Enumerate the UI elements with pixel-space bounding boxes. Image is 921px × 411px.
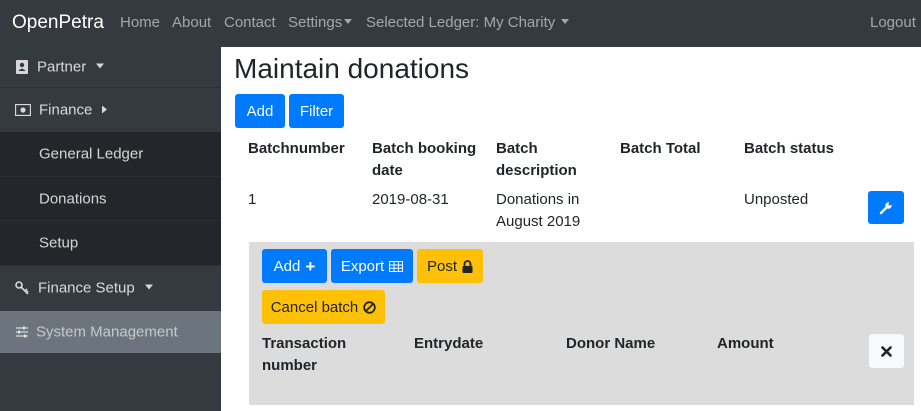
column-header-amount: Amount bbox=[717, 335, 774, 352]
cancel-batch-label: Cancel batch bbox=[270, 298, 359, 316]
sidebar-item-finance[interactable]: Finance bbox=[0, 87, 221, 132]
main-content: Maintain donations Add Filter Batchnumbe… bbox=[221, 47, 921, 411]
nav-settings-label: Settings bbox=[288, 14, 343, 31]
add-batch-button[interactable]: Add bbox=[235, 94, 285, 128]
sidebar-item-donations[interactable]: Donations bbox=[0, 176, 221, 220]
sidebar-label-finance: Finance bbox=[39, 101, 93, 119]
cell-booking-date: 2019-08-31 bbox=[372, 191, 449, 208]
export-button[interactable]: Export bbox=[331, 249, 413, 283]
nav-home[interactable]: Home bbox=[120, 14, 160, 31]
plus-icon: + bbox=[305, 256, 316, 276]
close-icon bbox=[881, 345, 892, 357]
close-detail-button[interactable] bbox=[869, 334, 904, 368]
sidebar-label-general-ledger: General Ledger bbox=[39, 145, 144, 163]
money-icon bbox=[15, 104, 31, 116]
sidebar-label-finance-setup: Finance Setup bbox=[38, 279, 135, 297]
table-icon bbox=[389, 260, 404, 272]
column-header-entrydate: Entrydate bbox=[414, 335, 484, 352]
sidebar-item-general-ledger[interactable]: General Ledger bbox=[0, 132, 221, 176]
chevron-down-icon bbox=[344, 19, 353, 24]
edit-batch-button[interactable] bbox=[868, 191, 904, 224]
page-title: Maintain donations bbox=[234, 53, 470, 84]
sidebar-label-setup: Setup bbox=[39, 234, 79, 252]
sidebar-label-partner: Partner bbox=[37, 58, 87, 76]
chevron-down-icon bbox=[561, 19, 570, 24]
add-transaction-label: Add bbox=[273, 257, 301, 275]
nav-about[interactable]: About bbox=[172, 14, 211, 31]
sidebar-label-donations: Donations bbox=[39, 190, 107, 207]
wrench-icon bbox=[879, 201, 892, 214]
sliders-icon bbox=[16, 326, 28, 338]
nav-ledger-dropdown[interactable]: Selected Ledger: My Charity bbox=[366, 14, 570, 31]
chevron-down-icon bbox=[144, 284, 153, 290]
cell-description: Donations in August 2019 bbox=[496, 191, 581, 230]
cancel-batch-button[interactable]: Cancel batch bbox=[262, 290, 385, 324]
column-header-donor-name: Donor Name bbox=[566, 335, 656, 352]
add-transaction-button[interactable]: Add + bbox=[262, 249, 327, 283]
sidebar-item-partner[interactable]: Partner bbox=[0, 47, 221, 87]
column-header-batchnumber: Batchnumber bbox=[248, 140, 345, 157]
sidebar: Partner Finance General Ledger Donations… bbox=[0, 47, 221, 411]
top-navbar: OpenPetra Home About Contact Settings Se… bbox=[0, 0, 921, 47]
cell-status: Unposted bbox=[744, 191, 809, 208]
export-label: Export bbox=[340, 257, 385, 275]
address-book-icon bbox=[16, 60, 28, 74]
cell-batchnumber: 1 bbox=[248, 191, 257, 208]
nav-contact[interactable]: Contact bbox=[224, 14, 276, 31]
lock-icon bbox=[462, 259, 473, 273]
column-header-transaction-number: Transaction number bbox=[262, 335, 347, 374]
batch-detail-panel: Add + Export Post Cancel batch Transactio… bbox=[249, 242, 914, 405]
column-header-status: Batch status bbox=[744, 140, 835, 157]
post-label: Post bbox=[426, 257, 457, 275]
filter-button[interactable]: Filter bbox=[289, 94, 344, 128]
column-header-description: Batch description bbox=[496, 140, 577, 179]
chevron-down-icon bbox=[96, 63, 105, 69]
column-header-total: Batch Total bbox=[620, 140, 701, 157]
sidebar-item-setup[interactable]: Setup bbox=[0, 220, 221, 265]
nav-logout[interactable]: Logout bbox=[870, 14, 916, 31]
post-button[interactable]: Post bbox=[417, 249, 483, 283]
sidebar-item-finance-setup[interactable]: Finance Setup bbox=[0, 265, 221, 310]
column-header-booking-date: Batch booking date bbox=[372, 140, 477, 179]
brand-logo[interactable]: OpenPetra bbox=[12, 12, 104, 34]
sidebar-item-system-management[interactable]: System Management bbox=[0, 311, 221, 353]
key-icon bbox=[15, 281, 29, 295]
sidebar-label-system-management: System Management bbox=[36, 323, 178, 341]
chevron-right-icon bbox=[101, 105, 107, 114]
nav-settings-dropdown[interactable]: Settings bbox=[288, 14, 353, 31]
ban-icon bbox=[363, 300, 376, 314]
nav-ledger-label: Selected Ledger: My Charity bbox=[366, 14, 556, 31]
